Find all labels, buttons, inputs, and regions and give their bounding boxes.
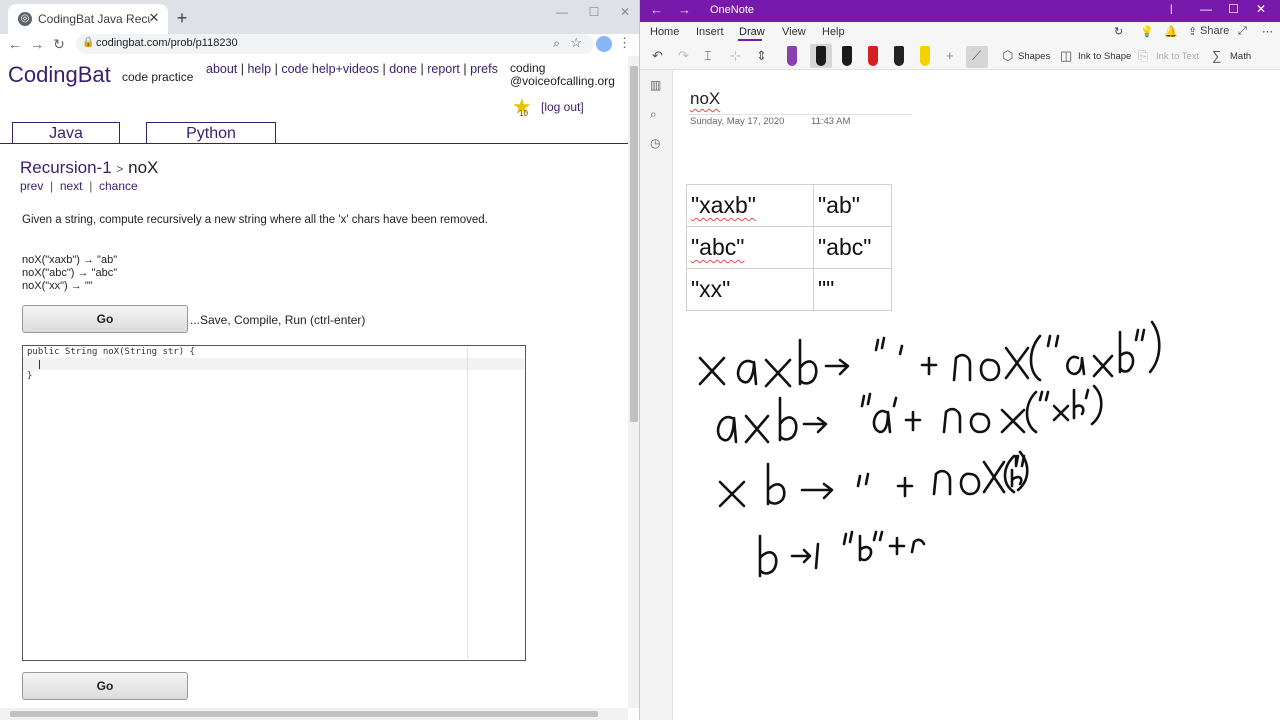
go-button-bottom[interactable]: Go xyxy=(22,672,188,700)
nav-chance[interactable]: chance xyxy=(99,179,138,193)
url-input[interactable]: 🔒 codingbat.com/prob/p118230 ⌕ ☆ xyxy=(76,34,594,54)
link-done[interactable]: done xyxy=(389,62,417,76)
crumb-problem: noX xyxy=(128,158,159,177)
close-window-icon[interactable]: ✕ xyxy=(611,2,639,22)
browser-window: ◎ CodingBat Java Recursion-1 noX ✕ + — ☐… xyxy=(0,0,640,720)
zoom-icon[interactable]: ⌕ xyxy=(553,36,560,51)
back-icon[interactable]: ← xyxy=(6,35,24,53)
tab-strip: ◎ CodingBat Java Recursion-1 noX ✕ + — ☐… xyxy=(0,0,639,34)
lock-icon: 🔒 xyxy=(82,37,95,48)
address-bar: ← → ↻ 🔒 codingbat.com/prob/p118230 ⌕ ☆ ⋮ xyxy=(0,34,639,54)
star-badge-icon: ★ 10 xyxy=(512,96,532,119)
new-tab-icon[interactable]: + xyxy=(172,8,192,28)
onenote-window: ← → OneNote | — ☐ ✕ Home Insert Draw Vie… xyxy=(640,0,1280,720)
profile-avatar[interactable] xyxy=(596,36,612,52)
example-2: noX("abc") → "abc" xyxy=(22,267,118,279)
link-about[interactable]: about xyxy=(206,62,237,76)
example-3: noX("xx") → "" xyxy=(22,280,93,292)
link-prefs[interactable]: prefs xyxy=(470,62,498,76)
tab-python[interactable]: Python xyxy=(146,122,276,144)
problem-nav: prev | next | chance xyxy=(20,179,138,193)
code-line-3: } xyxy=(27,371,33,381)
tab-underline xyxy=(0,143,628,144)
site-favicon-icon: ◎ xyxy=(18,12,32,26)
code-editor[interactable]: public String noX(String str) { } xyxy=(22,345,526,661)
logo-subtitle: code practice xyxy=(122,70,194,84)
print-margin xyxy=(467,346,468,659)
go-note: ...Save, Compile, Run (ctrl-enter) xyxy=(190,313,366,327)
forward-icon[interactable]: → xyxy=(28,35,46,53)
example-1: noX("xaxb") → "ab" xyxy=(22,254,118,266)
nav-next[interactable]: next xyxy=(60,179,83,193)
minimize-icon[interactable]: — xyxy=(548,2,576,22)
logout-link[interactable]: [log out] xyxy=(541,100,584,114)
maximize-icon[interactable]: ☐ xyxy=(580,2,608,22)
code-line-1: public String noX(String str) { xyxy=(27,347,195,357)
codingbat-logo[interactable]: CodingBat xyxy=(8,62,111,88)
tab-java[interactable]: Java xyxy=(12,122,120,144)
tab-title: CodingBat Java Recursion-1 noX xyxy=(38,12,150,26)
crumb-section[interactable]: Recursion-1 xyxy=(20,158,112,177)
current-line-highlight xyxy=(23,358,524,370)
crumb-separator: > xyxy=(116,162,124,176)
go-button-top[interactable]: Go xyxy=(22,305,188,333)
reload-icon[interactable]: ↻ xyxy=(50,35,68,53)
nav-prev[interactable]: prev xyxy=(20,179,43,193)
codingbat-page: CodingBat code practice about | help | c… xyxy=(0,56,628,708)
link-code-help-videos[interactable]: code help+videos xyxy=(281,62,379,76)
horizontal-scrollbar[interactable] xyxy=(0,708,628,720)
user-box: coding @voiceofcalling.org ★ 10 [log out] xyxy=(510,62,624,119)
breadcrumb: Recursion-1 > noX xyxy=(20,158,158,178)
close-tab-icon[interactable]: ✕ xyxy=(146,10,162,26)
top-nav-links: about | help | code help+videos | done |… xyxy=(206,62,498,76)
user-name-line2: @voiceofcalling.org xyxy=(510,74,615,88)
handwritten-ink xyxy=(698,320,1161,578)
badge-count: 10 xyxy=(519,109,528,118)
menu-kebab-icon[interactable]: ⋮ xyxy=(618,35,631,51)
link-help[interactable]: help xyxy=(247,62,271,76)
bookmark-star-icon[interactable]: ☆ xyxy=(570,35,582,51)
link-report[interactable]: report xyxy=(427,62,460,76)
browser-tab[interactable]: ◎ CodingBat Java Recursion-1 noX ✕ xyxy=(8,4,168,34)
problem-description: Given a string, compute recursively a ne… xyxy=(22,214,488,226)
text-caret xyxy=(39,360,40,369)
scroll-thumb-h[interactable] xyxy=(10,711,598,717)
vertical-scrollbar[interactable] xyxy=(628,56,639,708)
scroll-thumb[interactable] xyxy=(630,66,638,422)
url-text: codingbat.com/prob/p118230 xyxy=(96,37,238,49)
